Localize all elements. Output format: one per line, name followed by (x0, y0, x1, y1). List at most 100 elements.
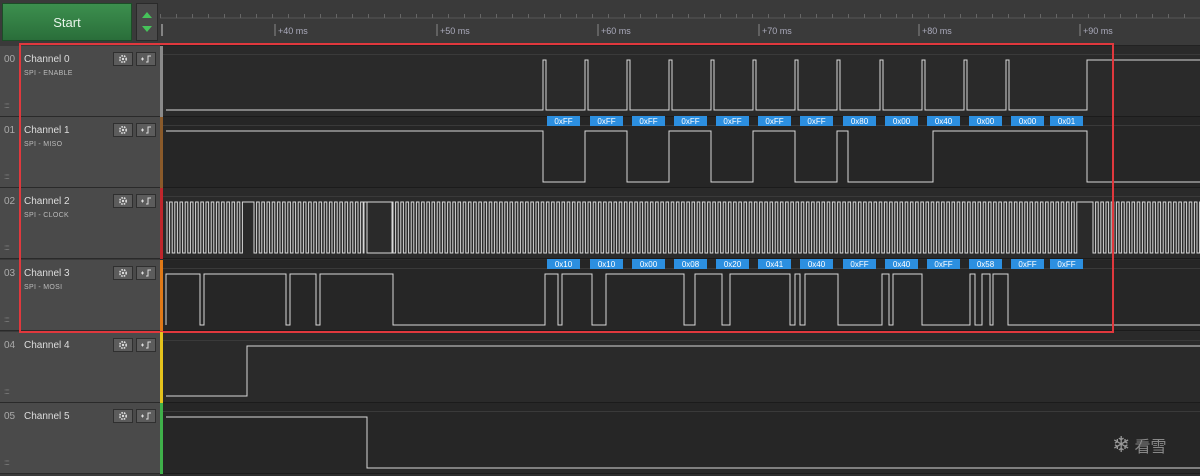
channel-name[interactable]: Channel 1 (24, 125, 70, 136)
mosi-decode-label[interactable]: 0xFF (1011, 259, 1044, 269)
mosi-decode-label[interactable]: 0x10 (547, 259, 580, 269)
gear-icon[interactable] (113, 52, 133, 66)
track-row-3 (163, 260, 1200, 331)
channel-panel-2[interactable]: 02 Channel 2SPI - CLOCK:::: (0, 188, 160, 259)
channel-color-bar (160, 46, 163, 117)
gear-icon[interactable] (113, 194, 133, 208)
arrow-up-icon[interactable] (142, 12, 152, 18)
svg-text:0x58: 0x58 (977, 260, 995, 269)
channel-name[interactable]: Channel 3 (24, 268, 70, 279)
channel-panel-4[interactable]: 04 Channel 4:::: (0, 332, 160, 403)
mosi-decode-label[interactable]: 0x08 (674, 259, 707, 269)
svg-text:0x10: 0x10 (598, 260, 616, 269)
mosi-decode-label[interactable]: 0x40 (800, 259, 833, 269)
ruler-tick-label: +80 ms (922, 26, 952, 36)
svg-text:0x80: 0x80 (851, 117, 869, 126)
miso-decode-label[interactable]: 0xFF (590, 116, 623, 126)
track-row-5 (163, 403, 1200, 474)
svg-text:0xFF: 0xFF (597, 117, 615, 126)
channel-color-bar (160, 403, 163, 474)
channel-number: 04 (4, 340, 16, 351)
trigger-icon[interactable] (136, 52, 156, 66)
miso-decode-label[interactable]: 0x40 (927, 116, 960, 126)
channel-panel-1[interactable]: 01 Channel 1 SPI - MISO:::: (0, 117, 160, 188)
channel-name[interactable]: Channel 2 (24, 196, 70, 207)
watermark-text: 看雪 (1134, 439, 1167, 456)
drag-handle-icon[interactable]: :::: (4, 387, 10, 396)
channel-color-bar (160, 332, 163, 403)
drag-handle-icon[interactable]: :::: (4, 315, 10, 324)
miso-decode-label[interactable]: 0x00 (969, 116, 1002, 126)
mosi-decode-label[interactable]: 0x10 (590, 259, 623, 269)
miso-decode-label[interactable]: 0xFF (674, 116, 707, 126)
drag-handle-icon[interactable]: :::: (4, 243, 10, 252)
miso-decode-label[interactable]: 0x00 (885, 116, 918, 126)
miso-decode-label[interactable]: 0xFF (800, 116, 833, 126)
mosi-decode-label[interactable]: 0x40 (885, 259, 918, 269)
channel-panel-5[interactable]: 05 Channel 5:::: (0, 403, 160, 474)
ruler-tick-label: +60 ms (601, 26, 631, 36)
channel-color-bar (160, 260, 163, 331)
waveform-area[interactable]: 0xFF 0xFF 0xFF 0xFF 0xFF 0xFF 0xFF 0x80 0x00 0x40… (163, 46, 1200, 476)
mosi-decode-label[interactable]: 0x41 (758, 259, 791, 269)
gear-icon[interactable] (113, 266, 133, 280)
track-row-4 (163, 332, 1200, 403)
arrow-down-icon[interactable] (142, 26, 152, 32)
time-ruler[interactable]: +40 ms +50 ms +60 ms +70 ms +80 ms +90 ms (160, 0, 1200, 46)
miso-decode-label[interactable]: 0x80 (843, 116, 876, 126)
start-label: Start (53, 14, 81, 30)
miso-decode-label[interactable]: 0xFF (632, 116, 665, 126)
gear-icon[interactable] (113, 123, 133, 137)
mosi-decode-label[interactable]: 0xFF (1050, 259, 1083, 269)
watermark: ❄ 看雪 (1112, 430, 1186, 460)
svg-text:0x10: 0x10 (555, 260, 573, 269)
ruler-ticks: +40 ms +50 ms +60 ms +70 ms +80 ms +90 ms (160, 14, 1200, 36)
channel-number: 00 (4, 54, 16, 65)
svg-text:0x40: 0x40 (893, 260, 911, 269)
channel-name[interactable]: Channel 0 (24, 54, 70, 65)
svg-text:0x00: 0x00 (1019, 117, 1037, 126)
trigger-icon[interactable] (136, 338, 156, 352)
channel-analyzer-label: SPI - ENABLE (24, 70, 73, 77)
svg-text:0x08: 0x08 (682, 260, 700, 269)
ruler-tick-label: +70 ms (762, 26, 792, 36)
mosi-decode-label[interactable]: 0x58 (969, 259, 1002, 269)
channel-panel-3[interactable]: 03 Channel 3 SPI - MOSI:::: (0, 260, 160, 331)
svg-text:0x40: 0x40 (808, 260, 826, 269)
svg-text:0x20: 0x20 (724, 260, 742, 269)
drag-handle-icon[interactable]: :::: (4, 172, 10, 181)
miso-decode-label[interactable]: 0x01 (1050, 116, 1083, 126)
start-button[interactable]: Start (2, 3, 132, 41)
miso-decode-label[interactable]: 0xFF (547, 116, 580, 126)
channel-analyzer-label: SPI - MOSI (24, 284, 63, 291)
channel-color-bar (160, 117, 163, 188)
mosi-decode-label[interactable]: 0x20 (716, 259, 749, 269)
trigger-icon[interactable] (136, 123, 156, 137)
trigger-icon[interactable] (136, 409, 156, 423)
channel-panel-0[interactable]: 00 Channel 0SPI - ENABLE:::: (0, 46, 160, 117)
trigger-icon[interactable] (136, 194, 156, 208)
svg-text:0xFF: 0xFF (1057, 260, 1075, 269)
start-spinner[interactable] (136, 3, 158, 41)
channel-number: 02 (4, 196, 16, 207)
svg-text:0xFF: 0xFF (765, 117, 783, 126)
mosi-decode-label[interactable]: 0x00 (632, 259, 665, 269)
track-row-1 (163, 117, 1200, 188)
miso-decode-label[interactable]: 0xFF (758, 116, 791, 126)
gear-icon[interactable] (113, 338, 133, 352)
miso-decode-label[interactable]: 0x00 (1011, 116, 1044, 126)
ruler-tick-label: +50 ms (440, 26, 470, 36)
channel-analyzer-label: SPI - CLOCK (24, 212, 69, 219)
ruler-tick-label: +40 ms (278, 26, 308, 36)
drag-handle-icon[interactable]: :::: (4, 101, 10, 110)
svg-text:0xFF: 0xFF (681, 117, 699, 126)
miso-decode-label[interactable]: 0xFF (716, 116, 749, 126)
channel-name[interactable]: Channel 5 (24, 411, 70, 422)
svg-text:0xFF: 0xFF (807, 117, 825, 126)
mosi-decode-label[interactable]: 0xFF (927, 259, 960, 269)
drag-handle-icon[interactable]: :::: (4, 458, 10, 467)
gear-icon[interactable] (113, 409, 133, 423)
trigger-icon[interactable] (136, 266, 156, 280)
mosi-decode-label[interactable]: 0xFF (843, 259, 876, 269)
channel-name[interactable]: Channel 4 (24, 340, 70, 351)
